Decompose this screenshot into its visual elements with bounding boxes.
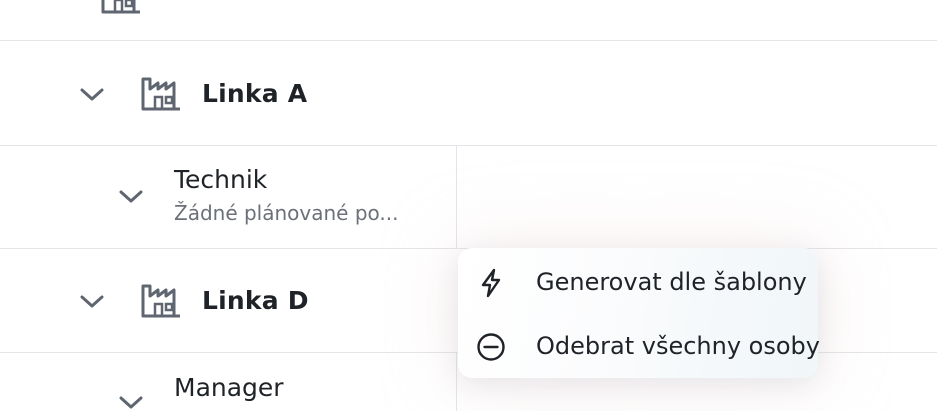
- role-subtitle: Žádné plánované po...: [174, 201, 399, 225]
- lightning-icon: [481, 268, 501, 298]
- group-row-linka-a[interactable]: Linka A: [0, 41, 937, 145]
- menu-item-label: Odebrat všechny osoby: [536, 332, 820, 360]
- role-name: Manager: [174, 373, 284, 402]
- role-row-technik[interactable]: Technik Žádné plánované po...: [0, 146, 937, 248]
- column-divider: [456, 353, 457, 411]
- column-divider: [456, 146, 457, 248]
- role-name: Technik: [174, 165, 268, 194]
- group-label: Linka D: [202, 286, 309, 315]
- menu-item-generate-from-template[interactable]: Generovat dle šablony: [458, 254, 818, 310]
- menu-item-label: Generovat dle šablony: [536, 268, 807, 296]
- menu-item-remove-all-persons[interactable]: Odebrat všechny osoby: [458, 318, 820, 374]
- factory-icon: [141, 284, 180, 318]
- context-menu: Generovat dle šablony Odebrat všechny os…: [458, 248, 820, 378]
- minus-circle-icon: [477, 333, 505, 361]
- factory-icon: [101, 0, 140, 14]
- chevron-down-icon[interactable]: [79, 87, 105, 103]
- chevron-down-icon[interactable]: [79, 294, 105, 310]
- factory-icon: [141, 77, 180, 111]
- chevron-down-icon[interactable]: [118, 189, 144, 205]
- group-label: Linka A: [202, 79, 308, 108]
- chevron-down-icon[interactable]: [118, 395, 144, 411]
